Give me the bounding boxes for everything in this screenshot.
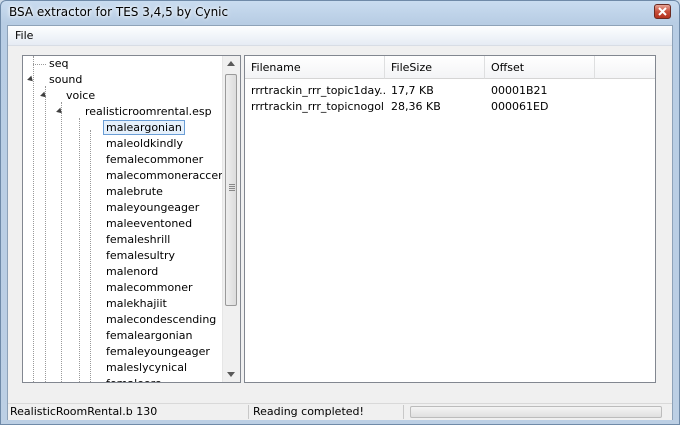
column-header-label: FileSize xyxy=(391,61,432,74)
tree-item-sound[interactable]: sound xyxy=(49,72,82,88)
tree-item-voicetype[interactable]: femalecommoner xyxy=(106,152,203,168)
progress-bar xyxy=(410,406,662,418)
scroll-down-icon[interactable] xyxy=(227,372,235,377)
column-header-label: Offset xyxy=(491,61,525,74)
cell-offset: 00001B21 xyxy=(491,84,548,97)
grip-icon xyxy=(229,186,235,187)
tree-item-label: malecommoner xyxy=(106,281,193,294)
tree-line xyxy=(79,118,80,382)
window-title: BSA extractor for TES 3,4,5 by Cynic xyxy=(9,5,229,19)
tree-item-voicetype[interactable]: malenord xyxy=(106,264,158,280)
status-file: RealisticRoomRental.b 130 xyxy=(10,405,249,419)
status-message: Reading completed! xyxy=(253,405,404,419)
close-button[interactable] xyxy=(654,4,671,19)
column-header-label: Filename xyxy=(251,61,301,74)
tree-item-label: femaleargonian xyxy=(106,329,193,342)
tree-item-voicetype[interactable]: malekhajiit xyxy=(106,296,167,312)
archive-tree[interactable]: seq sound voice realisticroomrental.esp … xyxy=(22,55,241,383)
tree-item-esp[interactable]: realisticroomrental.esp xyxy=(85,104,212,120)
tree-item-label: malebrute xyxy=(106,185,163,198)
column-header-filename[interactable]: Filename xyxy=(245,56,385,79)
tree-item-voicetype[interactable]: femaleargonian xyxy=(106,328,192,344)
tree-item-label: femaleshrill xyxy=(106,233,171,246)
tree-item-label: femalesultry xyxy=(106,249,176,262)
close-icon xyxy=(658,7,667,16)
tree-line xyxy=(45,86,46,382)
tree-item-label: sound xyxy=(49,73,83,86)
file-list[interactable]: Filename FileSize Offset rrrtrackin_rrr_… xyxy=(244,55,656,383)
tree-item-label: voice xyxy=(66,89,96,102)
tree-item-voicetype[interactable]: maleyoungeager xyxy=(106,200,199,216)
tree-item-voicetype[interactable]: maleeventoned xyxy=(106,216,192,232)
tree-item-voicetype[interactable]: femaleyoungeager xyxy=(106,344,210,360)
scroll-up-icon[interactable] xyxy=(227,61,235,66)
tree-item-voicetype[interactable]: malecommoneraccented xyxy=(106,168,223,184)
expand-esp-icon[interactable] xyxy=(56,107,64,116)
scroll-thumb[interactable] xyxy=(225,74,237,306)
grip-icon xyxy=(229,190,235,191)
tree-item-label: malecondescending xyxy=(106,313,217,326)
tree-item-voicetype[interactable]: femalesultry xyxy=(106,248,175,264)
tree-item-label: realisticroomrental.esp xyxy=(85,105,212,118)
tree-item-label: maleslycynical xyxy=(106,361,188,374)
menu-bar: File xyxy=(8,26,672,46)
title-bar[interactable]: BSA extractor for TES 3,4,5 by Cynic xyxy=(1,1,679,25)
tree-item-label: femaleorc xyxy=(106,377,161,382)
cell-filesize: 28,36 KB xyxy=(391,100,441,113)
expand-voice-icon[interactable] xyxy=(40,91,48,100)
cell-filesize: 17,7 KB xyxy=(391,84,434,97)
tree-item-voicetype[interactable]: malecommoner xyxy=(106,280,192,296)
tree-line xyxy=(61,102,62,382)
tree-item-label: malenord xyxy=(106,265,159,278)
tree-item-label: maleeventoned xyxy=(106,217,193,230)
tree-rows: seq sound voice realisticroomrental.esp … xyxy=(23,56,223,382)
cell-offset: 000061ED xyxy=(491,100,549,113)
grip-icon xyxy=(229,184,235,185)
tree-item-label: maleyoungeager xyxy=(106,201,200,214)
tree-item-voicetype[interactable]: malebrute xyxy=(106,184,163,200)
cell-filename: rrrtrackin_rrr_topic1day... xyxy=(251,84,385,97)
tree-line xyxy=(90,130,91,382)
status-bar: RealisticRoomRental.b 130 Reading comple… xyxy=(8,403,672,420)
cell-filename: rrrtrackin_rrr_topicnogol... xyxy=(251,100,385,113)
tree-item-label: malekhajiit xyxy=(106,297,167,310)
tree-item-voicetype[interactable]: maleargonian xyxy=(103,120,185,136)
tree-scrollbar[interactable] xyxy=(222,56,240,382)
column-header-filler xyxy=(595,56,655,79)
tree-line xyxy=(33,64,46,65)
tree-item-voicetype[interactable]: malecondescending xyxy=(106,312,216,328)
tree-item-voicetype[interactable]: femaleorc xyxy=(106,376,161,382)
tree-item-seq[interactable]: seq xyxy=(49,56,68,72)
tree-item-voicetype[interactable]: maleslycynical xyxy=(106,360,187,376)
menu-file[interactable]: File xyxy=(15,29,33,42)
client-area: File seq sound voice realisticroomrental… xyxy=(7,25,673,420)
tree-item-label: maleoldkindly xyxy=(106,137,183,150)
tree-item-voice[interactable]: voice xyxy=(66,88,95,104)
tree-item-voicetype[interactable]: maleoldkindly xyxy=(106,136,183,152)
tree-line xyxy=(33,56,34,382)
tree-item-label: seq xyxy=(49,57,69,70)
tree-item-label-selected: maleargonian xyxy=(103,120,185,135)
tree-item-label: femalecommoner xyxy=(106,153,204,166)
grip-icon xyxy=(229,188,235,189)
column-header-filesize[interactable]: FileSize xyxy=(385,56,485,79)
column-header-offset[interactable]: Offset xyxy=(485,56,595,79)
app-window: BSA extractor for TES 3,4,5 by Cynic Fil… xyxy=(0,0,680,425)
tree-item-label: malecommoneraccented xyxy=(106,169,223,182)
tree-item-voicetype[interactable]: femaleshrill xyxy=(106,232,170,248)
tree-item-label: femaleyoungeager xyxy=(106,345,210,358)
